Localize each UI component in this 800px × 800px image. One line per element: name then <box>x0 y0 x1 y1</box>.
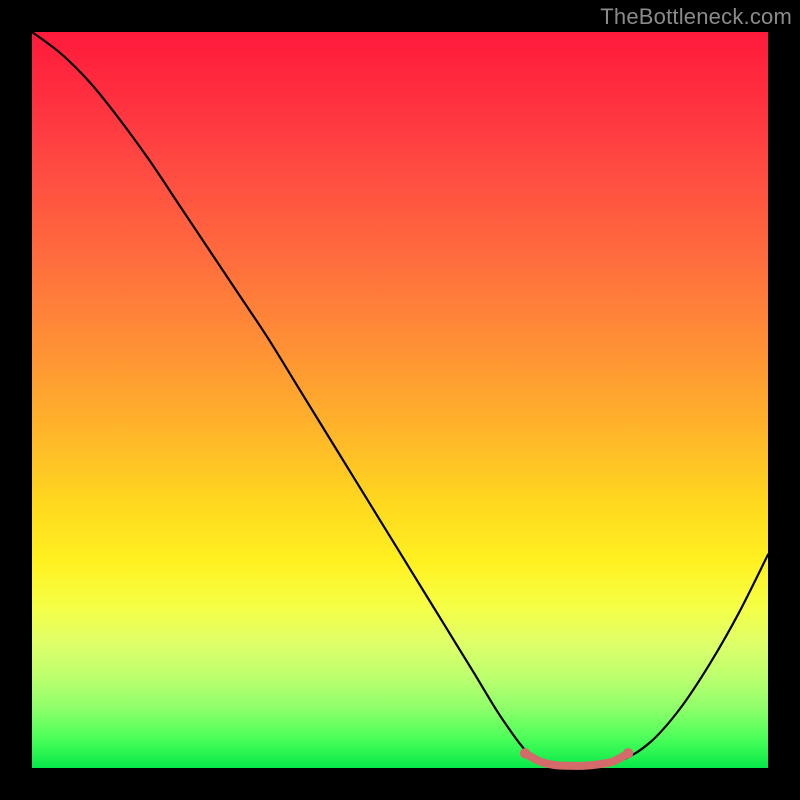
optimal-range-start-dot <box>520 748 530 758</box>
plot-area <box>32 32 768 768</box>
watermark-text: TheBottleneck.com <box>600 4 792 30</box>
bottleneck-curve <box>32 32 768 767</box>
chart-svg <box>32 32 768 768</box>
optimal-range-end-dot <box>623 748 633 758</box>
optimal-range-marker <box>525 753 628 766</box>
chart-frame: TheBottleneck.com <box>0 0 800 800</box>
